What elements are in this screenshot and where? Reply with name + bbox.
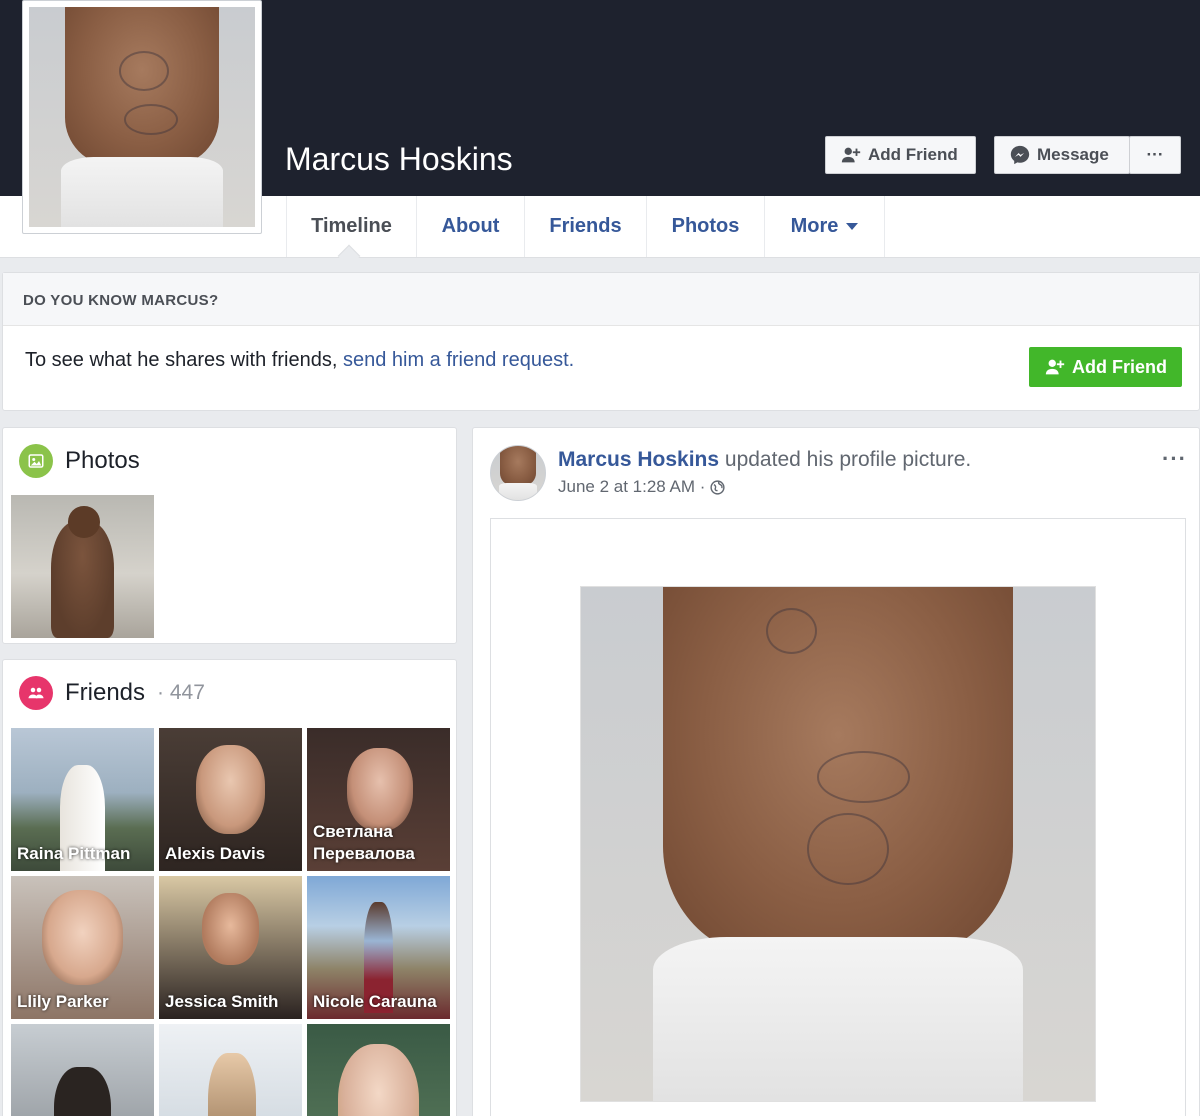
photo-thumbnail[interactable] xyxy=(11,495,154,638)
tab-photos-label: Photos xyxy=(671,215,740,237)
friend-name: Jessica Smith xyxy=(165,991,279,1011)
post-date[interactable]: June 2 at 1:28 AM · xyxy=(558,477,705,497)
tab-friends[interactable]: Friends xyxy=(525,196,647,257)
post-media-frame xyxy=(490,518,1186,1116)
friend-tile[interactable]: Светлана Перевалова xyxy=(307,728,450,871)
friends-count: · 447 xyxy=(157,681,205,704)
post-author-link[interactable]: Marcus Hoskins xyxy=(558,448,719,471)
tab-more-label: More xyxy=(790,215,839,237)
friend-tile[interactable] xyxy=(159,1024,302,1116)
friend-name: Светлана Перевалова xyxy=(313,821,415,863)
tab-friends-label: Friends xyxy=(549,215,622,237)
timeline-post: Marcus Hoskins updated his profile pictu… xyxy=(472,427,1200,1116)
friend-tile[interactable]: Alexis Davis xyxy=(159,728,302,871)
friends-icon xyxy=(19,676,53,710)
friend-tile[interactable] xyxy=(11,1024,154,1116)
friends-card: Friends · 447 Raina Pittman Alexis Davis… xyxy=(2,659,457,1116)
know-box: DO YOU KNOW MARCUS? To see what he share… xyxy=(2,272,1200,411)
post-header: Marcus Hoskins updated his profile pictu… xyxy=(558,448,971,472)
message-label: Message xyxy=(1037,145,1109,164)
post-photo[interactable] xyxy=(581,587,1095,1101)
friend-name: Llily Parker xyxy=(17,991,109,1011)
post-options-button[interactable]: ··· xyxy=(1162,446,1187,472)
tab-timeline-label: Timeline xyxy=(311,215,392,237)
tab-photos[interactable]: Photos xyxy=(647,196,765,257)
know-text-body: To see what he shares with friends, xyxy=(25,349,343,371)
more-options-button[interactable]: ··· xyxy=(1129,136,1181,174)
add-friend-green-label: Add Friend xyxy=(1072,356,1167,377)
tab-about[interactable]: About xyxy=(417,196,525,257)
know-heading: DO YOU KNOW MARCUS? xyxy=(3,273,1199,326)
friends-card-title[interactable]: Friends · 447 xyxy=(19,676,205,710)
add-friend-icon xyxy=(1045,359,1065,375)
photos-icon xyxy=(19,444,53,478)
friend-tile[interactable]: Llily Parker xyxy=(11,876,154,1019)
messenger-icon xyxy=(1010,145,1030,165)
post-action-text: updated his profile picture. xyxy=(719,448,972,471)
post-meta: June 2 at 1:28 AM · xyxy=(558,477,726,497)
friend-tile[interactable]: Jessica Smith xyxy=(159,876,302,1019)
caret-down-icon xyxy=(846,223,859,230)
photos-card-label: Photos xyxy=(65,447,140,474)
friend-name: Nicole Carauna xyxy=(313,991,437,1011)
friend-tile[interactable]: Nicole Carauna xyxy=(307,876,450,1019)
post-author-avatar[interactable] xyxy=(490,445,546,501)
friend-name: Alexis Davis xyxy=(165,843,266,863)
friend-tile[interactable] xyxy=(307,1024,450,1116)
add-friend-green-button[interactable]: Add Friend xyxy=(1029,347,1182,387)
profile-picture-image xyxy=(29,7,255,227)
friends-card-label: Friends xyxy=(65,679,146,706)
photos-card-title[interactable]: Photos xyxy=(19,444,140,478)
tab-about-label: About xyxy=(441,215,500,237)
friend-tile[interactable]: Raina Pittman xyxy=(11,728,154,871)
globe-icon xyxy=(710,479,726,495)
add-friend-label: Add Friend xyxy=(868,145,958,164)
friend-name: Raina Pittman xyxy=(17,843,131,863)
photos-card: Photos xyxy=(2,427,457,644)
add-friend-icon xyxy=(841,147,861,163)
tab-more[interactable]: More xyxy=(765,196,885,257)
profile-picture[interactable] xyxy=(22,0,262,234)
know-text: To see what he shares with friends, send… xyxy=(25,349,574,372)
more-options-label: ··· xyxy=(1146,145,1164,164)
profile-name: Marcus Hoskins xyxy=(285,141,513,177)
message-button[interactable]: Message xyxy=(994,136,1130,174)
add-friend-button[interactable]: Add Friend xyxy=(825,136,976,174)
friend-request-link[interactable]: send him a friend request. xyxy=(343,349,574,371)
